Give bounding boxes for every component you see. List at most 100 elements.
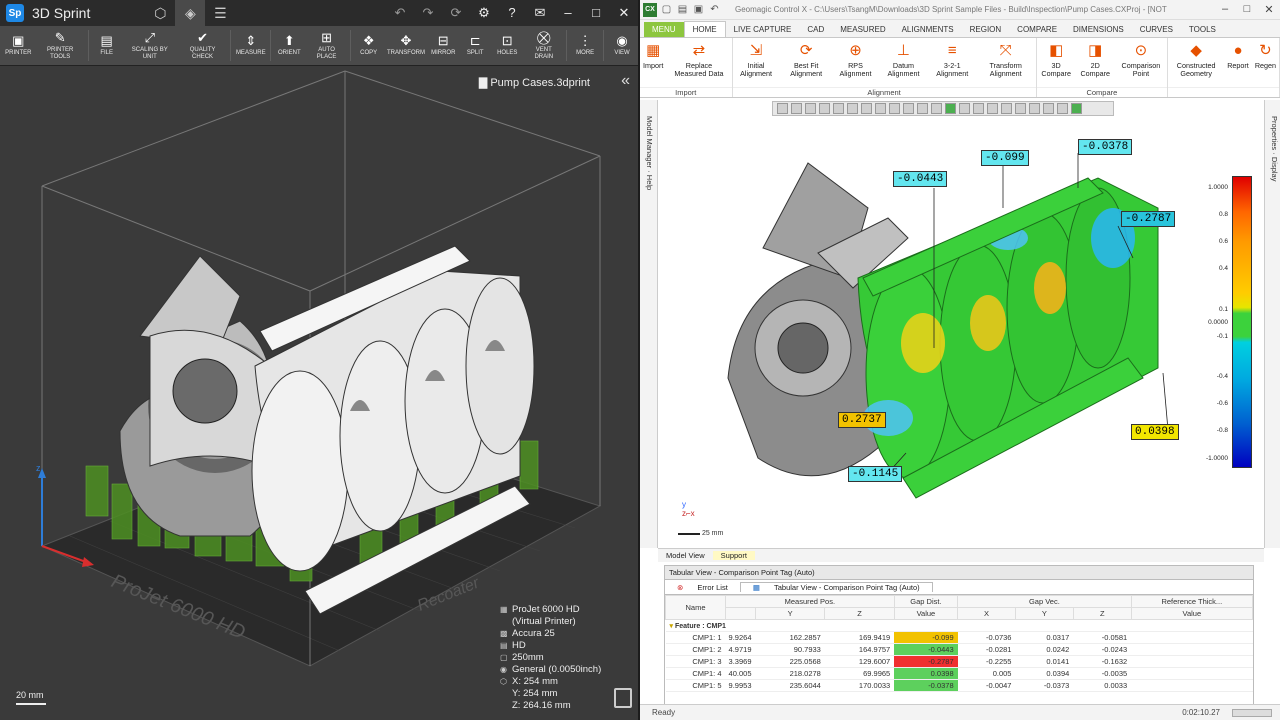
support-tab[interactable]: Support — [712, 551, 755, 560]
tabular-view-tab[interactable]: ▦ Tabular View - Comparison Point Tag (A… — [739, 582, 933, 592]
mail-icon[interactable]: ✉ — [526, 5, 554, 21]
save-icon[interactable] — [614, 688, 632, 708]
view-tool-icon[interactable] — [1001, 103, 1012, 114]
minimize-icon[interactable]: – — [554, 5, 582, 21]
refresh-icon[interactable]: ⟳ — [442, 5, 470, 21]
measure-button[interactable]: ⇕ MEASURE — [233, 26, 268, 65]
transform-button[interactable]: ✥ TRANSFORM — [385, 26, 428, 65]
replace-measured-data-button[interactable]: ⇄ Replace Measured Data — [666, 38, 731, 87]
constructed-geometry-button[interactable]: ◆ Constructed Geometry — [1168, 38, 1224, 87]
initial-alignment-button[interactable]: ⇲ Initial Alignment — [733, 38, 780, 87]
new-icon[interactable]: ▢ — [660, 3, 673, 16]
tab-curves[interactable]: CURVES — [1132, 22, 1181, 37]
sprint-viewport[interactable]: ProJet 6000 HD Recoater z ▇ Pump Cases.3… — [0, 66, 638, 720]
split-button[interactable]: ⊏ SPLIT — [459, 26, 491, 65]
view-tool-icon[interactable] — [791, 103, 802, 114]
table-row[interactable]: CMP1: 3 3.3969 225.0568 129.6007 -0.2787 -0.2… — [665, 655, 1253, 668]
copy-button[interactable]: ❖ COPY — [353, 26, 385, 65]
view-tool-icon[interactable] — [1043, 103, 1054, 114]
view-tool-icon[interactable] — [903, 103, 914, 114]
import-button[interactable]: ▦ Import — [640, 38, 666, 87]
table-row[interactable]: CMP1: 1 9.9264 162.2857 169.9419 -0.099 -0.07… — [665, 631, 1253, 644]
report-button[interactable]: ● Report — [1224, 38, 1252, 87]
view-tool-icon[interactable] — [973, 103, 984, 114]
view-tool-icon[interactable] — [833, 103, 844, 114]
comparison-callout[interactable]: -0.2787 — [1121, 211, 1176, 227]
layers-icon[interactable]: ◈ — [175, 0, 206, 26]
3-2-1-alignment-button[interactable]: ≡ 3-2-1 Alignment — [929, 38, 976, 87]
2d-compare-button[interactable]: ◨ 2D Compare — [1076, 38, 1115, 87]
holes-button[interactable]: ⊡ HOLES — [491, 26, 523, 65]
view-tool-icon[interactable] — [1015, 103, 1026, 114]
view-button[interactable]: ◉ VIEW — [606, 26, 638, 65]
auto-place-button[interactable]: ⊞ AUTO PLACE — [305, 26, 347, 65]
open-icon[interactable]: ▤ — [676, 3, 689, 16]
table-row[interactable]: CMP1: 5 9.9953 235.6044 170.0033 -0.0378 -0.0… — [665, 679, 1253, 692]
table-row[interactable]: CMP1: 2 4.9719 90.7933 164.9757 -0.0443 -0.02… — [665, 643, 1253, 656]
tab-menu[interactable]: MENU — [644, 22, 684, 37]
undo-icon[interactable]: ↶ — [386, 5, 414, 21]
tab-region[interactable]: REGION — [962, 22, 1010, 37]
comparison-callout[interactable]: -0.0378 — [1078, 139, 1133, 155]
comparison-point-button[interactable]: ⊙ Comparison Point — [1115, 38, 1167, 87]
regen-button[interactable]: ↻ Regen — [1252, 38, 1279, 87]
close-icon[interactable]: ✕ — [610, 5, 638, 21]
quality-check-button[interactable]: ✔ QUALITY CHECK — [177, 26, 228, 65]
view-tool-icon[interactable] — [945, 103, 956, 114]
view-tool-icon[interactable] — [875, 103, 886, 114]
maximize-icon[interactable]: □ — [1236, 3, 1258, 16]
printer-tools-button[interactable]: ✎ PRINTER TOOLS — [35, 26, 86, 65]
view-tool-icon[interactable] — [917, 103, 928, 114]
tab-home[interactable]: HOME — [683, 21, 726, 37]
redo-icon[interactable]: ↷ — [414, 5, 442, 21]
view-tool-icon[interactable] — [805, 103, 816, 114]
properties-tab[interactable]: Properties · Display — [1270, 116, 1279, 181]
view-tool-icon[interactable] — [819, 103, 830, 114]
comparison-callout[interactable]: -0.1145 — [848, 466, 903, 482]
maximize-icon[interactable]: □ — [582, 5, 610, 21]
view-tool-icon[interactable] — [1071, 103, 1082, 114]
help-icon[interactable]: ? — [498, 5, 526, 21]
best-fit-alignment-button[interactable]: ⟳ Best Fit Alignment — [780, 38, 833, 87]
model-view-tab[interactable]: Model View — [658, 551, 713, 560]
view-tool-icon[interactable] — [931, 103, 942, 114]
printer-button[interactable]: ▣ PRINTER — [2, 26, 35, 65]
close-icon[interactable]: ✕ — [1258, 3, 1280, 16]
undo-icon[interactable]: ↶ — [708, 3, 721, 16]
comparison-callout[interactable]: -0.0443 — [893, 171, 948, 187]
error-list-tab[interactable]: ⊗ Error List — [665, 583, 740, 592]
file-button[interactable]: ▤ FILE — [91, 26, 123, 65]
transform-alignment-button[interactable]: ⤧ Transform Alignment — [976, 38, 1036, 87]
cube-icon[interactable]: ⬡ — [145, 0, 175, 26]
tab-cad[interactable]: CAD — [799, 22, 832, 37]
view-tool-icon[interactable] — [1029, 103, 1040, 114]
3d-compare-button[interactable]: ◧ 3D Compare — [1037, 38, 1076, 87]
collapse-panel-icon[interactable]: « — [621, 72, 630, 90]
view-tool-icon[interactable] — [847, 103, 858, 114]
view-tool-icon[interactable] — [987, 103, 998, 114]
view-tool-icon[interactable] — [1057, 103, 1068, 114]
tab-compare[interactable]: COMPARE — [1009, 22, 1065, 37]
minimize-icon[interactable]: – — [1214, 3, 1236, 16]
menu-icon[interactable]: ☰ — [205, 0, 235, 26]
mirror-button[interactable]: ⊟ MIRROR — [427, 26, 459, 65]
model-manager-tab[interactable]: Model Manager · Help — [645, 116, 654, 190]
comparison-callout[interactable]: 0.0398 — [1131, 424, 1179, 440]
feature-row[interactable]: ▾ Feature : CMP1 — [665, 619, 1253, 632]
tab-live-capture[interactable]: LIVE CAPTURE — [726, 22, 800, 37]
comparison-callout[interactable]: -0.099 — [981, 150, 1029, 166]
vent-drain-button[interactable]: ⛒ VENT DRAIN — [523, 26, 564, 65]
more-button[interactable]: ⋮ MORE — [569, 26, 601, 65]
view-tool-icon[interactable] — [861, 103, 872, 114]
comparison-callout[interactable]: 0.2737 — [838, 412, 886, 428]
rps-alignment-button[interactable]: ⊕ RPS Alignment — [833, 38, 878, 87]
table-row[interactable]: CMP1: 4 40.005 218.0278 69.9965 0.0398 0.005 0… — [665, 667, 1253, 680]
tab-tools[interactable]: TOOLS — [1181, 22, 1224, 37]
tab-dimensions[interactable]: DIMENSIONS — [1065, 22, 1132, 37]
tab-measured[interactable]: MEASURED — [832, 22, 893, 37]
view-tool-icon[interactable] — [777, 103, 788, 114]
compare-viewport[interactable] — [658, 118, 1264, 548]
view-tool-icon[interactable] — [959, 103, 970, 114]
view-tool-icon[interactable] — [889, 103, 900, 114]
tab-alignments[interactable]: ALIGNMENTS — [894, 22, 962, 37]
